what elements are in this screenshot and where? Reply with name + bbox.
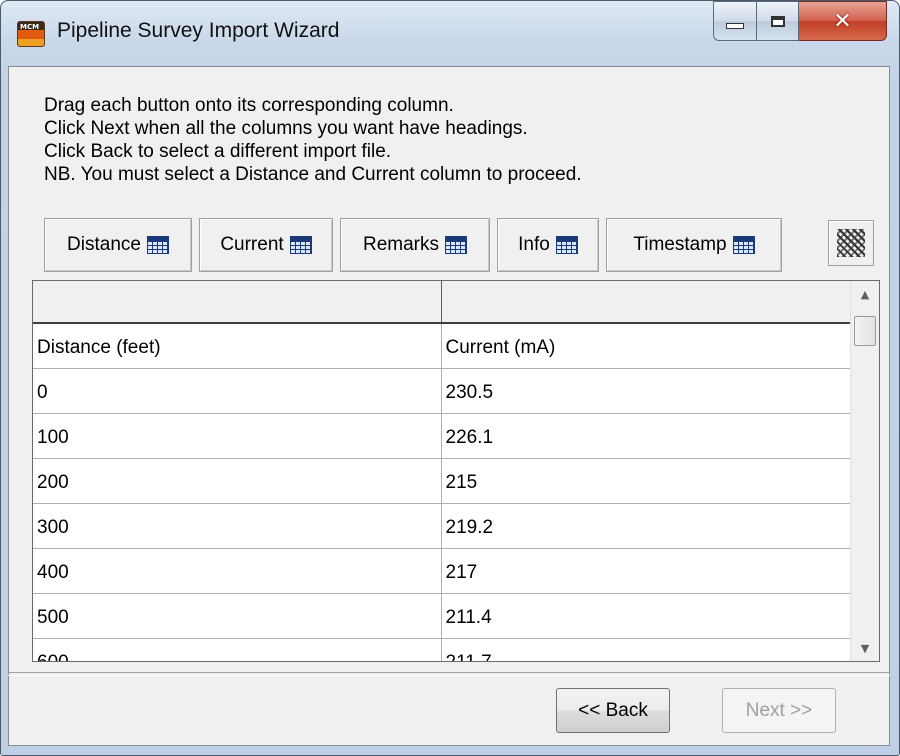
next-button[interactable]: Next >>	[722, 688, 836, 733]
column-heading-drop-target[interactable]	[33, 281, 442, 324]
maximize-button[interactable]	[757, 1, 799, 41]
table-cell: 0	[33, 368, 442, 414]
current-column-button[interactable]: Current	[199, 218, 333, 272]
calendar-grid-icon	[289, 236, 312, 254]
table-cell: 200	[33, 458, 442, 504]
data-table: Distance (feet) Current (mA) 0 230.5 100…	[33, 281, 852, 661]
close-icon: ✕	[833, 8, 852, 34]
table-row[interactable]: 400 217	[33, 548, 852, 594]
close-button[interactable]: ✕	[799, 1, 887, 41]
calendar-grid-icon	[445, 236, 467, 254]
table-row[interactable]: 500 211.4	[33, 593, 852, 639]
scroll-up-arrow-icon[interactable]: ▲	[851, 281, 879, 307]
instruction-line: Click Back to select a different import …	[44, 141, 392, 162]
table-cell: 211.7	[441, 638, 852, 661]
window-controls: ✕	[713, 1, 887, 43]
instruction-line: Drag each button onto its corresponding …	[44, 95, 454, 116]
table-cell: 100	[33, 413, 442, 459]
instruction-line: Click Next when all the columns you want…	[44, 118, 528, 139]
app-icon-text: MCM	[20, 23, 40, 31]
vertical-scrollbar[interactable]: ▲ ▼	[850, 281, 879, 661]
column-heading-drop-target[interactable]	[441, 281, 852, 324]
scroll-thumb[interactable]	[854, 316, 876, 346]
calendar-grid-icon	[555, 236, 578, 254]
title-bar[interactable]: MCM Pipeline Survey Import Wizard ✕	[1, 1, 899, 67]
minimize-button[interactable]	[713, 1, 757, 41]
footer-divider	[8, 672, 890, 676]
table-row[interactable]: 0 230.5	[33, 368, 852, 414]
app-icon[interactable]: MCM	[17, 21, 45, 47]
timestamp-column-button[interactable]: Timestamp	[606, 218, 782, 272]
table-cell: 230.5	[441, 368, 852, 414]
column-heading-row	[33, 281, 852, 324]
calendar-grid-icon	[146, 236, 169, 254]
current-button-label: Current	[220, 234, 284, 255]
table-row[interactable]: 600 211.7	[33, 638, 852, 661]
table-cell: 600	[33, 638, 442, 661]
window-title: Pipeline Survey Import Wizard	[57, 19, 340, 42]
data-preview-grid[interactable]: Distance (feet) Current (mA) 0 230.5 100…	[32, 280, 880, 662]
table-cell: Current (mA)	[441, 323, 852, 369]
table-cell: 226.1	[441, 413, 852, 459]
table-row[interactable]: 300 219.2	[33, 503, 852, 549]
table-row[interactable]: 200 215	[33, 458, 852, 504]
clear-headings-icon	[837, 229, 865, 257]
info-button-label: Info	[518, 234, 550, 255]
table-cell: 219.2	[441, 503, 852, 549]
scroll-down-arrow-icon[interactable]: ▼	[851, 635, 879, 661]
distance-column-button[interactable]: Distance	[44, 218, 192, 272]
calendar-grid-icon	[732, 236, 755, 254]
column-heading-buttons: Distance Current Remarks Info Timestamp	[44, 218, 789, 272]
remarks-button-label: Remarks	[362, 234, 439, 255]
remarks-column-button[interactable]: Remarks	[340, 218, 490, 272]
back-button[interactable]: << Back	[556, 688, 670, 733]
table-cell: 300	[33, 503, 442, 549]
info-column-button[interactable]: Info	[497, 218, 599, 272]
minimize-icon	[726, 23, 744, 29]
instruction-line: NB. You must select a Distance and Curre…	[44, 164, 582, 185]
table-cell: 211.4	[441, 593, 852, 639]
clear-headings-button[interactable]	[828, 220, 874, 266]
table-cell: 500	[33, 593, 442, 639]
timestamp-button-label: Timestamp	[633, 234, 727, 255]
table-cell: 400	[33, 548, 442, 594]
table-row[interactable]: Distance (feet) Current (mA)	[33, 323, 852, 369]
maximize-icon	[770, 15, 785, 27]
table-cell: 215	[441, 458, 852, 504]
table-cell: 217	[441, 548, 852, 594]
instructions: Drag each button onto its corresponding …	[44, 94, 582, 186]
distance-button-label: Distance	[67, 234, 141, 255]
table-row[interactable]: 100 226.1	[33, 413, 852, 459]
table-cell: Distance (feet)	[33, 323, 442, 369]
